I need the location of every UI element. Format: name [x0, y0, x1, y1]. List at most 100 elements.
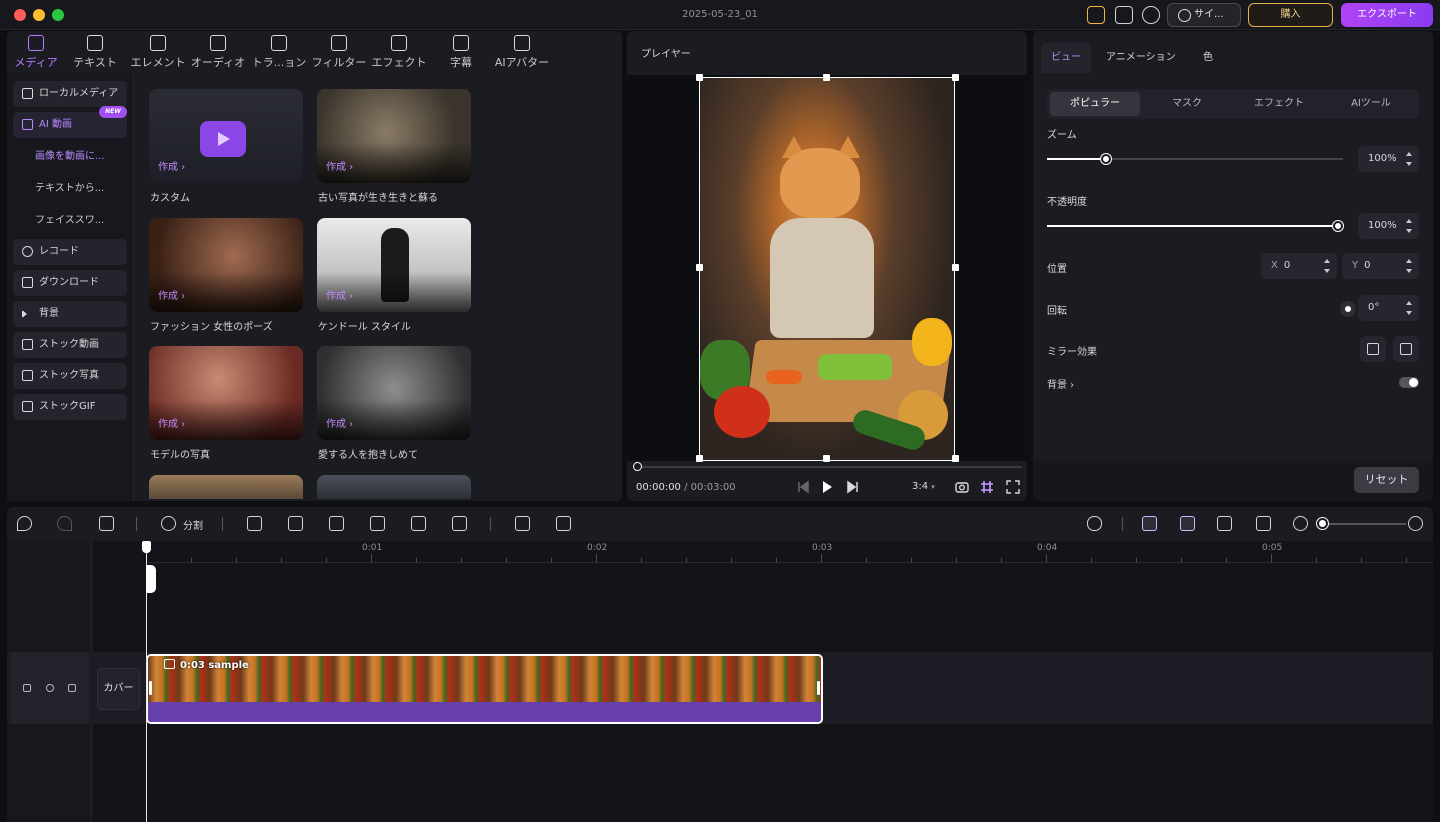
rotation-dial-icon[interactable] [1340, 301, 1356, 317]
clip-trim-handle-right[interactable] [817, 681, 820, 695]
create-link[interactable]: 作成 › [158, 415, 185, 430]
tab-text[interactable]: テキスト [65, 35, 125, 71]
position-x-field[interactable]: X0 [1261, 253, 1337, 279]
sidebar-item-local-media[interactable]: ローカルメディア [13, 81, 127, 107]
background-label[interactable]: 背景 › [1047, 376, 1074, 391]
buy-button[interactable]: 購入 [1248, 3, 1333, 27]
tab-effect[interactable]: エフェクト [369, 35, 429, 71]
time-ruler[interactable]: 0:01 0:02 0:03 0:04 0:05 [146, 541, 1433, 563]
flip-vertical-button[interactable] [1393, 336, 1419, 362]
template-card-partial[interactable] [149, 475, 303, 499]
template-card-old-photo[interactable]: 作成 › [317, 89, 471, 183]
create-link[interactable]: 作成 › [158, 287, 185, 302]
adjust-icon[interactable] [452, 516, 467, 531]
resize-handle[interactable] [696, 455, 703, 462]
segment-effect[interactable]: エフェクト [1234, 92, 1324, 116]
face-detect-icon[interactable] [515, 516, 530, 531]
link-icon[interactable] [1142, 516, 1157, 531]
sidebar-item-ai-video[interactable]: AI 動画 NEW [13, 106, 127, 138]
opacity-value[interactable]: 100% [1358, 213, 1419, 239]
aspect-ratio-select[interactable]: 3:4 ▾ [912, 481, 935, 492]
eye-icon[interactable] [46, 684, 54, 692]
prev-frame-icon[interactable] [797, 480, 809, 494]
resize-handle[interactable] [696, 74, 703, 81]
mirror-icon[interactable] [411, 516, 426, 531]
template-card-fashion-pose[interactable]: 作成 › [149, 218, 303, 312]
tab-color[interactable]: 色 [1193, 43, 1223, 73]
resize-handle[interactable] [696, 264, 703, 271]
feedback-icon[interactable] [1115, 6, 1133, 24]
fit-timeline-icon[interactable] [1256, 516, 1271, 531]
opacity-slider[interactable] [1047, 221, 1343, 231]
sidebar-item-face-swap[interactable]: フェイススワ... [13, 209, 127, 233]
snap-icon[interactable] [1180, 516, 1195, 531]
sidebar-item-text-to-video[interactable]: テキストから... [13, 177, 127, 201]
sidebar-item-stock-video[interactable]: ストック動画 [13, 332, 127, 358]
stepper-icon[interactable] [1406, 152, 1412, 166]
playback-progress[interactable] [637, 466, 1022, 468]
background-toggle[interactable] [1399, 377, 1419, 388]
create-link[interactable]: 作成 › [326, 158, 353, 173]
tab-transition[interactable]: トラ...ョン [249, 35, 309, 71]
fullscreen-icon[interactable] [1006, 480, 1020, 494]
segment-popular[interactable]: ポピュラー [1050, 92, 1140, 116]
sidebar-item-stock-photo[interactable]: ストック写真 [13, 363, 127, 389]
timeline-zoom-slider[interactable] [1322, 523, 1406, 525]
tab-ai-avatar[interactable]: AIアバター [491, 35, 553, 71]
stepper-icon[interactable] [1324, 259, 1330, 273]
template-card-hug-loved-one[interactable]: 作成 › [317, 346, 471, 440]
template-card-model-photo[interactable]: 作成 › [149, 346, 303, 440]
zoom-slider[interactable] [1047, 154, 1343, 164]
redo-icon[interactable] [57, 516, 72, 531]
resize-handle[interactable] [952, 455, 959, 462]
sidebar-item-image-to-video[interactable]: 画像を動画に... [13, 145, 127, 169]
sidebar-item-background[interactable]: 背景 [13, 301, 127, 327]
split-label[interactable]: 分割 [183, 517, 203, 532]
tab-view[interactable]: ビュー [1041, 43, 1091, 73]
tab-filter[interactable]: フィルター [311, 35, 367, 71]
flip-horizontal-button[interactable] [1360, 336, 1386, 362]
speaker-icon[interactable] [68, 684, 76, 692]
track-lock-icon[interactable] [23, 684, 31, 692]
opacity-slider-knob[interactable] [1333, 221, 1343, 231]
tab-audio[interactable]: オーディオ [189, 35, 247, 71]
delete-icon[interactable] [99, 516, 114, 531]
segment-ai-tools[interactable]: AIツール [1326, 92, 1416, 116]
playhead-handle[interactable] [142, 541, 151, 553]
sidebar-item-stock-gif[interactable]: ストックGIF [13, 394, 127, 420]
stepper-icon[interactable] [1406, 259, 1412, 273]
template-card-custom[interactable]: 作成 › [149, 89, 303, 183]
trim-icon[interactable] [1217, 516, 1232, 531]
cover-button[interactable]: カバー [97, 668, 140, 710]
next-frame-icon[interactable] [847, 480, 859, 494]
tab-media[interactable]: メディア [13, 35, 59, 71]
export-button[interactable]: エクスポート [1341, 3, 1433, 27]
stepper-icon[interactable] [1406, 219, 1412, 233]
resize-handle[interactable] [823, 74, 830, 81]
resize-handle[interactable] [952, 264, 959, 271]
sidebar-item-download[interactable]: ダウンロード [13, 270, 127, 296]
export-clip-icon[interactable] [556, 516, 571, 531]
sidebar-item-record[interactable]: レコード [13, 239, 127, 265]
tab-subtitle[interactable]: 字幕 [443, 35, 479, 71]
video-clip[interactable]: 0:03 sample [146, 654, 823, 724]
stepper-icon[interactable] [1406, 301, 1412, 315]
gift-icon[interactable] [1087, 6, 1105, 24]
text-box-icon[interactable] [288, 516, 303, 531]
template-card-partial[interactable] [317, 475, 471, 499]
zoom-slider-knob[interactable] [1101, 154, 1111, 164]
split-icon[interactable] [161, 516, 176, 531]
zoom-out-icon[interactable] [1293, 516, 1308, 531]
play-icon[interactable] [821, 480, 833, 494]
playback-scrubber[interactable] [633, 462, 642, 471]
snapshot-icon[interactable] [955, 480, 969, 494]
undo-icon[interactable] [17, 516, 32, 531]
resize-handle[interactable] [823, 455, 830, 462]
tab-element[interactable]: エレメント [127, 35, 189, 71]
clip-trim-handle-left[interactable] [149, 681, 152, 695]
position-y-field[interactable]: Y0 [1342, 253, 1419, 279]
split-marker-icon[interactable] [146, 565, 156, 593]
create-link[interactable]: 作成 › [158, 158, 185, 173]
resize-handle[interactable] [952, 74, 959, 81]
zoom-value[interactable]: 100% [1358, 146, 1419, 172]
